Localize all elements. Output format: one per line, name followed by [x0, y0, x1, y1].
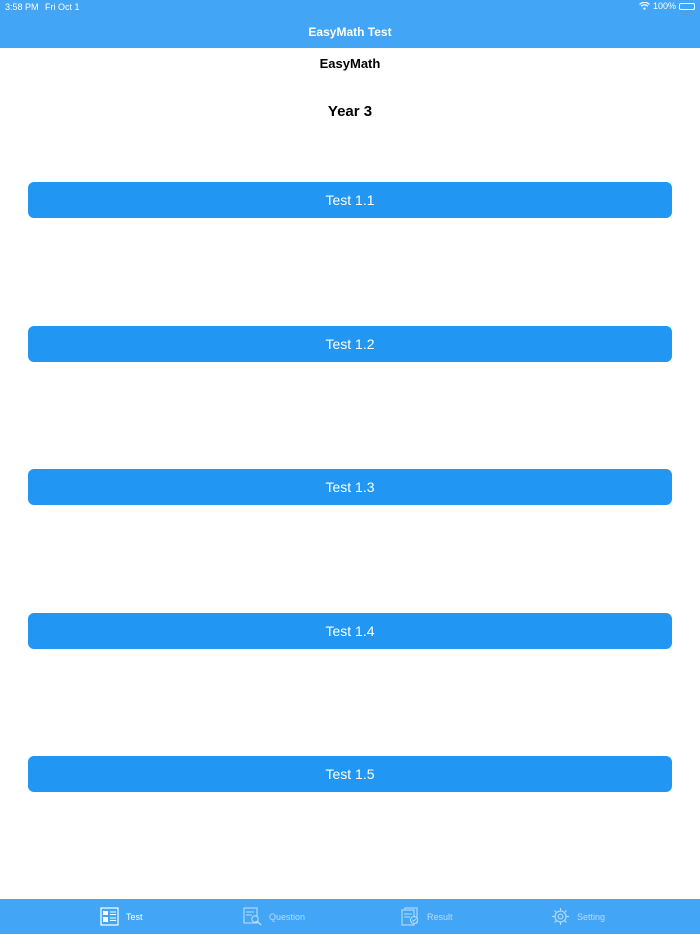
test-1-2-button[interactable]: Test 1.2: [28, 326, 672, 362]
tab-test[interactable]: Test: [100, 899, 143, 934]
tab-question-label: Question: [269, 911, 306, 922]
test-1-3-button[interactable]: Test 1.3: [28, 469, 672, 505]
status-time: 3:58 PM: [5, 2, 39, 12]
test-1-4-button[interactable]: Test 1.4: [28, 613, 672, 649]
tab-question[interactable]: Question: [243, 899, 305, 934]
tab-test-label: Test: [126, 911, 143, 922]
test-1-1-button[interactable]: Test 1.1: [28, 182, 672, 218]
year-heading: Year 3: [327, 103, 373, 120]
wifi-icon: [639, 2, 650, 10]
battery-percentage: 100%: [652, 1, 676, 11]
battery-icon: [679, 2, 695, 10]
tab-bar: Test Question Result Setting: [0, 899, 700, 934]
tab-result[interactable]: Result: [401, 899, 453, 934]
app-name-heading: EasyMath: [319, 56, 381, 71]
test-list-icon: [100, 907, 119, 926]
tab-setting[interactable]: Setting: [551, 899, 605, 934]
navigation-bar: 3:58 PM Fri Oct 1 100% EasyMath Test: [0, 0, 700, 48]
gear-icon: [552, 908, 569, 925]
tab-setting-label: Setting: [577, 911, 606, 922]
question-search-icon: [243, 907, 262, 926]
status-indicators: 100%: [639, 1, 695, 11]
status-date: Fri Oct 1: [45, 2, 80, 12]
result-document-icon: [401, 907, 419, 926]
test-1-5-button[interactable]: Test 1.5: [28, 756, 672, 792]
tab-result-label: Result: [427, 911, 453, 922]
nav-title: EasyMath Test: [308, 25, 392, 39]
